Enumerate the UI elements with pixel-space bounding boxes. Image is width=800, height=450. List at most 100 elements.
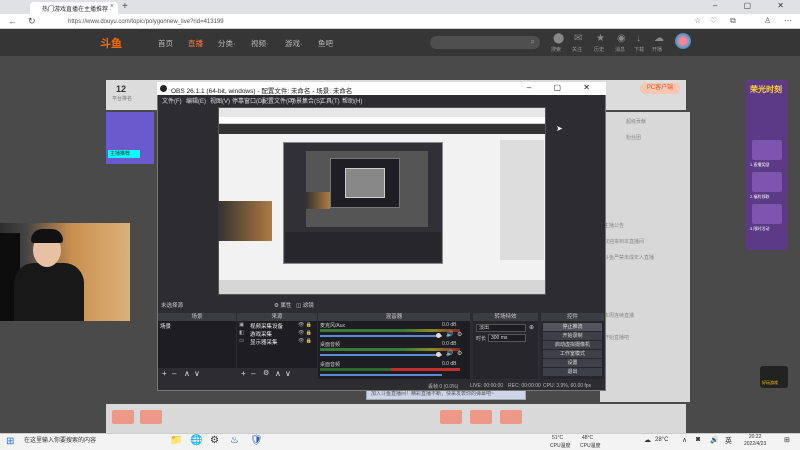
visibility-lock-icon[interactable]: 👁 🔒 [298, 338, 312, 344]
volume-slider[interactable] [320, 374, 442, 376]
profile-icon[interactable]: ♙ [764, 16, 771, 25]
source-settings-icon[interactable]: ⚙ [263, 369, 269, 377]
volume-slider-knob[interactable] [436, 352, 441, 357]
search-icon[interactable]: ⌕ [531, 37, 535, 47]
remove-scene-button[interactable]: – [172, 369, 176, 378]
volume-icon[interactable]: 🔊 [710, 436, 719, 444]
url-field[interactable]: https://www.douyu.com/topic/polygonnew_l… [54, 17, 594, 27]
taskbar-clock[interactable]: 20:22 2022/4/23 [744, 434, 766, 448]
promo-row[interactable] [752, 172, 782, 192]
volume-slider[interactable] [320, 335, 442, 337]
download-icon[interactable]: ↓ [636, 33, 641, 44]
streamer-thumbnail[interactable]: 主播推荐 [106, 112, 154, 164]
collections-icon[interactable]: ♡ [710, 16, 717, 25]
site-search-input[interactable]: ⌕ [430, 36, 540, 49]
nav-category[interactable]: 分类· [218, 38, 236, 49]
menu-docks[interactable]: 停靠窗口(D) [232, 96, 264, 105]
add-scene-button[interactable]: + [162, 369, 167, 378]
visibility-lock-icon[interactable]: 👁 🔒 [298, 322, 312, 328]
ime-icon[interactable]: 英 [725, 436, 732, 446]
settings-icon[interactable]: ⚙ [210, 435, 219, 446]
obs-window-controls[interactable]: – ▢ ✕ [527, 83, 600, 92]
stop-streaming-button[interactable]: 停止推流 [543, 323, 602, 331]
transition-select[interactable]: 淡出 [476, 324, 526, 332]
pc-client-button[interactable]: PC客户端 [640, 83, 680, 94]
start-recording-button[interactable]: 开始录制 [543, 332, 602, 340]
promo-row[interactable] [752, 140, 782, 160]
back-icon[interactable]: ← [8, 16, 17, 26]
scene-down-button[interactable]: ∨ [194, 369, 200, 378]
gear-icon[interactable]: ⚙ [457, 350, 462, 357]
search-header-icon[interactable]: ⬤ [553, 33, 564, 44]
source-item[interactable]: 视频采集设备 [250, 322, 283, 330]
promo-row[interactable] [752, 204, 782, 224]
gift-item[interactable] [500, 410, 522, 424]
gift-item[interactable] [440, 410, 462, 424]
network-icon[interactable]: ◙ [696, 436, 700, 443]
follow-icon[interactable]: ✉ [574, 33, 582, 44]
tray-expand-icon[interactable]: ∧ [682, 436, 687, 444]
scene-up-button[interactable]: ∧ [184, 369, 190, 378]
browser-icon[interactable]: 🌐 [190, 435, 202, 446]
start-icon[interactable]: ⊞ [6, 436, 14, 447]
game-badge[interactable]: 好玩游戏 [760, 366, 788, 388]
source-item[interactable]: 游戏采集 [250, 330, 272, 338]
settings-button[interactable]: 设置 [543, 359, 602, 367]
source-up-button[interactable]: ∧ [275, 369, 281, 378]
virtual-camera-button[interactable]: 启动虚拟摄像机 [543, 341, 602, 349]
menu-tools[interactable]: 工具(T) [320, 96, 340, 105]
add-transition-icon[interactable]: ⊕ [529, 324, 534, 331]
taskbar-search[interactable]: 在这里输入你要搜索的内容 [18, 436, 148, 447]
file-explorer-icon[interactable]: 📁 [170, 435, 182, 446]
refresh-icon[interactable]: ↻ [28, 16, 36, 27]
more-icon[interactable]: ⋯ [784, 16, 792, 25]
volume-slider[interactable] [320, 354, 442, 356]
properties-button[interactable]: ⚙ 属性 [274, 301, 291, 309]
gift-item[interactable] [140, 410, 162, 424]
browser-tab[interactable]: 热门游戏直播在主播推荐 · × [30, 2, 118, 14]
broadcast-icon[interactable]: ☁ [654, 33, 664, 44]
nav-fishbar[interactable]: 鱼吧 [318, 38, 333, 49]
gift-item[interactable] [470, 410, 492, 424]
history-icon[interactable]: ★ [596, 33, 605, 44]
favorite-icon[interactable]: ☆ [694, 16, 701, 25]
duration-field[interactable]: 300 ms [488, 334, 526, 342]
new-tab-button[interactable]: + [122, 1, 128, 12]
speaker-icon[interactable]: 🔊 [446, 350, 453, 357]
message-icon[interactable]: ◉ [617, 33, 626, 44]
exit-button[interactable]: 退出 [543, 368, 602, 376]
menu-edit[interactable]: 编辑(E) [186, 96, 206, 105]
source-item[interactable]: 显示器采集 [250, 338, 278, 346]
remove-source-button[interactable]: – [251, 369, 255, 378]
gear-icon[interactable]: ⚙ [457, 331, 462, 338]
menu-view[interactable]: 视图(V) [210, 96, 230, 105]
weather-icon[interactable]: ☁ [644, 436, 651, 444]
volume-slider-knob[interactable] [436, 333, 441, 338]
scene-item[interactable]: 场景 [160, 322, 171, 330]
notification-icon[interactable]: ⊞ [784, 436, 790, 444]
nav-game[interactable]: 游戏· [285, 38, 303, 49]
nav-home[interactable]: 首页 [158, 38, 173, 49]
studio-mode-button[interactable]: 工作室模式 [543, 350, 602, 358]
side-promo-banner[interactable]: 荣光时刻 1.直播奖励 2.福利领取 3.限时活动 [746, 80, 788, 250]
visibility-lock-icon[interactable]: 👁 🔒 [298, 330, 312, 336]
security-icon[interactable]: 🛡 [250, 435, 263, 446]
nav-video[interactable]: 视频· [251, 38, 269, 49]
preview-browser-chrome [219, 108, 545, 117]
speaker-icon[interactable]: 🔊 [446, 331, 453, 338]
tab-actions-icon[interactable]: ⧉ [730, 16, 736, 26]
add-source-button[interactable]: + [241, 369, 246, 378]
nav-live[interactable]: 直播 [188, 38, 203, 49]
source-down-button[interactable]: ∨ [285, 369, 291, 378]
window-controls[interactable]: – ▢ ✕ [713, 1, 796, 10]
menu-scene-collection[interactable]: 场景集合(S) [290, 96, 322, 105]
avatar[interactable] [675, 33, 691, 49]
gift-item[interactable] [112, 410, 134, 424]
menu-help[interactable]: 帮助(H) [342, 96, 362, 105]
tab-close-icon[interactable]: × [110, 3, 114, 10]
menu-file[interactable]: 文件(F) [162, 96, 182, 105]
site-logo[interactable]: 斗鱼 [100, 35, 122, 51]
steam-icon[interactable]: ♨ [230, 435, 239, 446]
obs-titlebar[interactable]: OBS 26.1.1 (64-bit, windows) - 配置文件: 未命名… [157, 82, 606, 95]
filters-button[interactable]: ◫ 滤镜 [296, 301, 314, 309]
